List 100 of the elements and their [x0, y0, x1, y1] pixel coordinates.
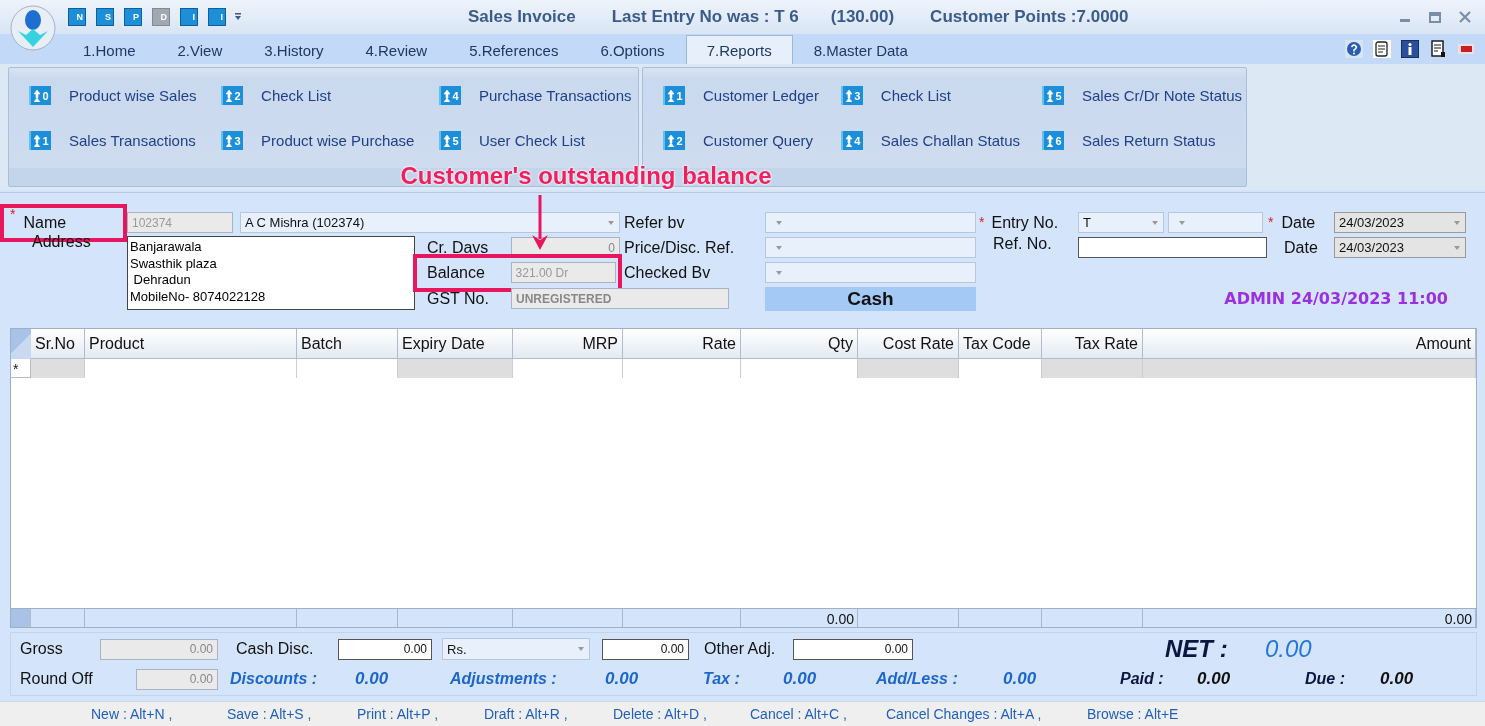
- table-cell[interactable]: [959, 359, 1042, 379]
- dropdown-caret-icon[interactable]: [234, 13, 242, 21]
- toolbar-icon[interactable]: N: [68, 8, 86, 26]
- annotation-arrow: [530, 195, 550, 251]
- required-mark: *: [979, 213, 985, 230]
- column-header[interactable]: Expiry Date: [398, 329, 513, 359]
- shortcut-hint: Save : Alt+S ,: [227, 706, 313, 722]
- field-label: Cr. Davs: [427, 238, 490, 257]
- report-icon: 2: [221, 86, 244, 105]
- field-label: Date: [1281, 213, 1316, 232]
- field-label: Balance: [427, 263, 486, 282]
- tab[interactable]: 7.Reports: [685, 35, 793, 64]
- column-header[interactable]: Tax Code: [959, 329, 1042, 359]
- report-button[interactable]: 1 Customer Ledger: [663, 73, 823, 118]
- cash-discount-field[interactable]: 0.00: [338, 638, 432, 660]
- tab[interactable]: 5.References: [448, 35, 580, 64]
- report-button[interactable]: 4 Purchase Transactions: [438, 73, 638, 118]
- report-button[interactable]: 1 Sales Transactions: [29, 118, 204, 163]
- refer-by-dropdown[interactable]: [765, 212, 976, 233]
- report-button[interactable]: 2 Check List: [221, 73, 421, 118]
- report-icon: 3: [840, 86, 863, 105]
- toolbar-icon[interactable]: I: [208, 8, 226, 26]
- table-cell[interactable]: [1042, 359, 1143, 379]
- report-icon: 4: [840, 131, 863, 150]
- date-picker[interactable]: 24/03/2023: [1334, 237, 1466, 258]
- report-button[interactable]: 0 Product wise Sales: [29, 73, 204, 118]
- discount-amount-field[interactable]: 0.00: [602, 638, 689, 660]
- field-label: Checked Bv: [624, 263, 712, 282]
- column-header[interactable]: Tax Rate: [1042, 329, 1143, 359]
- field-label: Name: [23, 213, 67, 232]
- summary-label: Paid :: [1120, 670, 1165, 688]
- column-header[interactable]: Product: [85, 329, 297, 359]
- toolbar-icon[interactable]: I: [180, 8, 198, 26]
- table-cell[interactable]: [623, 359, 741, 379]
- tab[interactable]: 6.Options: [579, 35, 686, 64]
- column-header[interactable]: Cost Rate: [858, 329, 959, 359]
- entry-series-dropdown[interactable]: T: [1078, 212, 1164, 233]
- column-header[interactable]: Qty: [741, 329, 858, 359]
- page-icon[interactable]: [1429, 40, 1447, 58]
- price-ref-dropdown[interactable]: [765, 237, 976, 258]
- report-button[interactable]: 5 Sales Cr/Dr Note Status: [1042, 73, 1246, 118]
- table-cell[interactable]: [85, 359, 297, 379]
- tab[interactable]: 2.View: [156, 35, 244, 64]
- field-label: Other Adj.: [703, 640, 777, 658]
- tab[interactable]: 1.Home: [62, 35, 157, 64]
- checked-by-dropdown[interactable]: [765, 262, 976, 283]
- last-amount-text: (130.00): [830, 7, 895, 27]
- column-header[interactable]: Rate: [623, 329, 741, 359]
- report-button[interactable]: 2 Customer Query: [663, 118, 823, 163]
- tab[interactable]: 8.Master Data: [792, 35, 929, 64]
- close-icon[interactable]: [1459, 11, 1471, 23]
- help-icon[interactable]: [1345, 40, 1363, 58]
- summary-label: Discounts :: [230, 670, 319, 688]
- column-header[interactable]: Sr.No: [31, 329, 85, 359]
- column-header[interactable]: Batch: [297, 329, 398, 359]
- annotation-text: Customer's outstanding balance: [399, 162, 773, 190]
- summary-amount: 0.00: [605, 669, 640, 689]
- table-cell[interactable]: [513, 359, 623, 379]
- customer-dropdown[interactable]: A C Mishra (102374): [240, 212, 620, 233]
- maximize-icon[interactable]: [1429, 11, 1441, 23]
- table-cell[interactable]: [31, 359, 85, 379]
- document-list-icon[interactable]: [1373, 40, 1391, 58]
- field-label: Refer bv: [624, 213, 686, 232]
- field-label: Gross: [20, 640, 64, 658]
- report-icon: 2: [663, 131, 685, 150]
- report-button[interactable]: 4 Sales Challan Status: [840, 118, 1024, 163]
- report-button[interactable]: 5 User Check List: [438, 118, 638, 163]
- report-button[interactable]: 3 Product wise Purchase: [221, 118, 421, 163]
- shortcut-hint: Delete : Alt+D ,: [613, 706, 708, 722]
- column-header[interactable]: Amount: [1143, 329, 1476, 359]
- required-mark: *: [10, 205, 16, 222]
- summary-amount: 0.00: [1380, 669, 1414, 689]
- total-cell: 0.00: [741, 609, 858, 627]
- toolbar-icon[interactable]: P: [124, 8, 142, 26]
- report-button[interactable]: 6 Sales Return Status: [1042, 118, 1246, 163]
- column-header[interactable]: MRP: [513, 329, 623, 359]
- table-cell[interactable]: [398, 359, 513, 379]
- discount-unit-dropdown[interactable]: Rs.: [442, 638, 590, 660]
- report-button[interactable]: 3 Check List: [840, 73, 1024, 118]
- table-cell[interactable]: [741, 359, 858, 379]
- ref-number-field[interactable]: [1078, 237, 1267, 258]
- field-label: Entry No.: [991, 213, 1059, 232]
- field-label: Round Off: [20, 670, 94, 688]
- table-cell[interactable]: [858, 359, 959, 379]
- tab[interactable]: 3.History: [243, 35, 345, 64]
- field-label: Price/Disc. Ref.: [624, 238, 736, 257]
- address-field[interactable]: Banjarawala Swasthik plaza Dehradun MobileNo- 8074022128: [127, 236, 415, 310]
- summary-amount: 0.00: [1197, 669, 1232, 689]
- table-cell[interactable]: [1143, 359, 1476, 379]
- other-adjustment-field[interactable]: 0.00: [793, 638, 913, 660]
- table-cell[interactable]: [297, 359, 398, 379]
- address-line: Swasthik plaza: [130, 255, 218, 272]
- report-icon: 1: [29, 131, 51, 150]
- report-icon: 3: [221, 131, 244, 150]
- toolbar-icon[interactable]: S: [96, 8, 114, 26]
- user-timestamp: ADMIN 24/03/2023 11:00: [1224, 289, 1448, 308]
- date-picker[interactable]: 24/03/2023: [1334, 212, 1466, 233]
- info-icon[interactable]: [1401, 40, 1419, 58]
- tab[interactable]: 4.Review: [344, 35, 449, 64]
- shortcut-hint: Cancel Changes : Alt+A ,: [886, 706, 1043, 722]
